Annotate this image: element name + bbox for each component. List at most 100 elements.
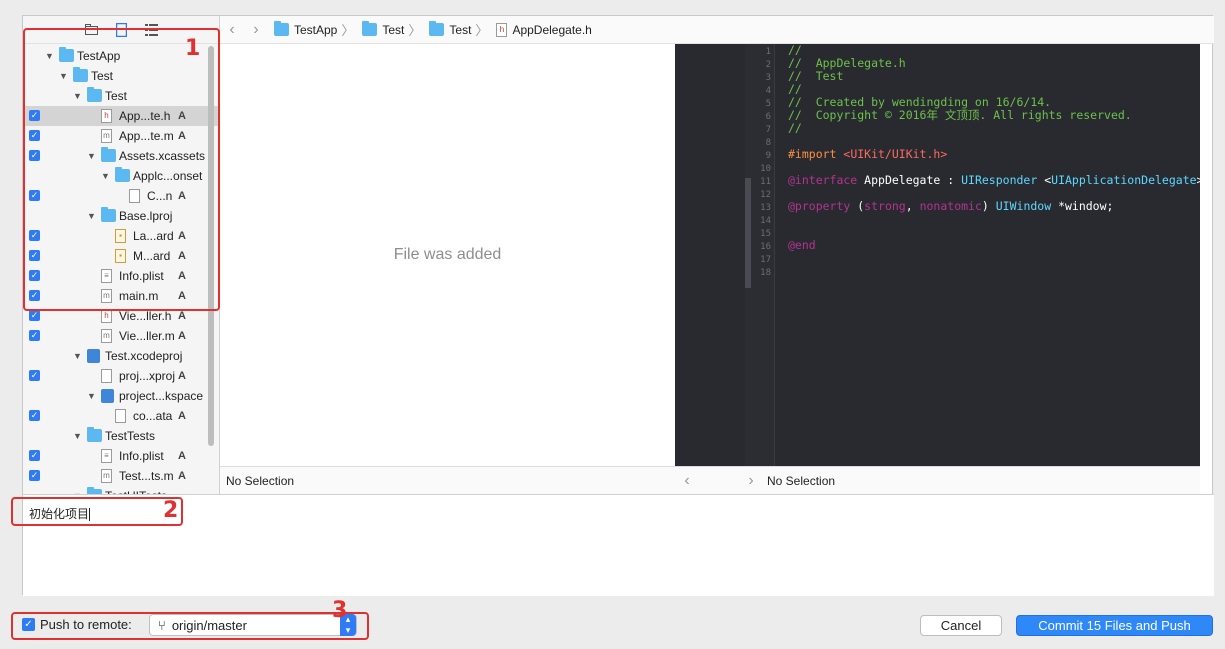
line-number: 1 xyxy=(765,47,771,57)
line-number: 2 xyxy=(765,60,771,70)
code-text: //// AppDelegate.h// Test//// Created by… xyxy=(788,44,1203,278)
code-token: @interface xyxy=(788,173,858,187)
code-token: // Test xyxy=(788,69,844,83)
project-icon xyxy=(101,389,114,403)
tree-item[interactable]: ✓ co...ata A xyxy=(23,406,219,426)
tree-item[interactable]: ✓ m Test...ts.m A xyxy=(23,466,219,486)
next-change-icon[interactable]: › xyxy=(739,472,763,490)
breadcrumb-item[interactable]: Test xyxy=(362,21,405,37)
right-pane-footer: ‹ › No Selection xyxy=(675,466,1200,494)
annotation-box-2 xyxy=(11,497,183,526)
code-token: #import xyxy=(788,147,844,161)
code-token: UIApplicationDelegate xyxy=(1051,173,1197,187)
commit-and-push-button[interactable]: Commit 15 Files and Push xyxy=(1016,615,1213,636)
disclosure-triangle-icon[interactable]: ▼ xyxy=(73,346,83,366)
comparison-left-pane: File was added xyxy=(220,44,675,466)
tree-item-label: Test...ts.m xyxy=(119,469,174,483)
file-added-message: File was added xyxy=(393,246,502,263)
commit-message-field[interactable]: 初始化项目 xyxy=(23,494,1214,596)
tree-item-label: Info.plist xyxy=(119,449,164,463)
disclosure-triangle-icon[interactable]: ▼ xyxy=(87,386,97,406)
code-token: strong xyxy=(864,199,906,213)
breadcrumb-separator-icon: 〉 xyxy=(341,23,355,38)
disclosure-triangle-icon[interactable]: ▼ xyxy=(73,486,83,494)
line-number: 14 xyxy=(760,216,771,226)
jump-bar: ‹ › TestApp 〉 Test 〉 Test 〉 h AppDelegate.h xyxy=(220,16,1214,44)
code-line: // Copyright © 2016年 文顶顶. All rights res… xyxy=(788,109,1203,122)
tree-item-label: co...ata xyxy=(133,409,173,423)
code-line: #import <UIKit/UIKit.h> xyxy=(788,148,1203,161)
code-token: @end xyxy=(788,238,816,252)
include-checkbox[interactable]: ✓ xyxy=(29,410,40,421)
line-number: 6 xyxy=(765,112,771,122)
tree-item[interactable]: ✓ proj...xproj A xyxy=(23,366,219,386)
breadcrumb-separator-icon: 〉 xyxy=(408,23,422,38)
breadcrumb-item[interactable]: h AppDelegate.h xyxy=(496,22,592,37)
breadcrumb-item[interactable]: Test xyxy=(429,21,471,37)
line-number: 4 xyxy=(765,86,771,96)
folder-icon xyxy=(362,21,378,36)
include-checkbox[interactable]: ✓ xyxy=(29,330,40,341)
code-token: // xyxy=(788,43,802,57)
tree-item[interactable]: ▼ TestTests xyxy=(23,426,219,446)
cancel-button[interactable]: Cancel xyxy=(920,615,1002,636)
tree-item-label: TestUITests xyxy=(105,486,167,494)
tree-item[interactable]: ✓ m Vie...ller.m A xyxy=(23,326,219,346)
annotation-box-1 xyxy=(23,28,220,311)
annotation-box-3 xyxy=(11,612,369,640)
include-checkbox[interactable]: ✓ xyxy=(29,450,40,461)
line-number: 5 xyxy=(765,99,771,109)
code-token: // AppDelegate.h xyxy=(788,56,906,70)
breadcrumb-label: Test xyxy=(382,22,405,37)
line-number: 11 xyxy=(760,177,771,187)
code-line: // AppDelegate.h xyxy=(788,57,1203,70)
code-line: @property (strong, nonatomic) UIWindow *… xyxy=(788,200,1203,213)
code-line: // Test xyxy=(788,70,1203,83)
header-file-icon: h xyxy=(101,309,112,323)
breadcrumb-label: AppDelegate.h xyxy=(512,22,592,37)
forward-arrow-icon[interactable]: › xyxy=(244,21,268,39)
code-token: AppDelegate : xyxy=(857,173,962,187)
include-checkbox[interactable]: ✓ xyxy=(29,470,40,481)
tree-item[interactable]: ▼ TestUITests xyxy=(23,486,219,494)
include-checkbox[interactable]: ✓ xyxy=(29,310,40,321)
scm-status-badge: A xyxy=(178,330,186,342)
tree-item-label: proj...xproj xyxy=(119,369,176,383)
prev-change-icon[interactable]: ‹ xyxy=(675,472,699,490)
disclosure-triangle-icon[interactable]: ▼ xyxy=(73,426,83,446)
code-token: <UIKit/UIKit.h> xyxy=(843,147,948,161)
tree-item-label: Vie...ller.m xyxy=(119,329,175,343)
tree-item-label: TestTests xyxy=(105,429,156,443)
code-token: // Copyright © 2016年 文顶顶. All rights res… xyxy=(788,108,1132,122)
tree-item[interactable]: ▼ project...kspace xyxy=(23,386,219,406)
project-icon xyxy=(87,349,100,363)
tree-item[interactable]: ▼ Test.xcodeproj xyxy=(23,346,219,366)
breadcrumb-item[interactable]: TestApp xyxy=(274,21,338,37)
code-token: // xyxy=(788,82,802,96)
line-number: 9 xyxy=(765,151,771,161)
annotation-number-3: 3 xyxy=(332,598,348,623)
breadcrumb-separator-icon: 〉 xyxy=(475,23,489,38)
source-file-icon: m xyxy=(101,329,112,343)
scm-status-badge: A xyxy=(178,450,186,462)
back-arrow-icon[interactable]: ‹ xyxy=(220,21,244,39)
tree-item[interactable]: ✓ ≡ Info.plist A xyxy=(23,446,219,466)
code-token: @property xyxy=(788,199,851,213)
left-pane-footer: No Selection xyxy=(220,466,675,494)
scm-status-badge: A xyxy=(178,470,186,482)
folder-icon xyxy=(429,21,445,36)
code-token: ) xyxy=(981,199,996,213)
breadcrumb-label: TestApp xyxy=(294,22,338,37)
tree-item-label: project...kspace xyxy=(119,389,204,403)
annotation-number-1: 1 xyxy=(185,36,201,61)
code-token: UIWindow xyxy=(995,199,1052,213)
scm-status-badge: A xyxy=(178,370,186,382)
include-checkbox[interactable]: ✓ xyxy=(29,370,40,381)
source-file-icon: m xyxy=(101,469,112,483)
code-editor[interactable]: 1 2 3 4 5 6 7 8 9 10 11 12 13 14 15 16 17 18 //// AppDele… xyxy=(675,44,1203,466)
line-number: 16 xyxy=(760,242,771,252)
plist-file-icon: ≡ xyxy=(101,449,112,463)
